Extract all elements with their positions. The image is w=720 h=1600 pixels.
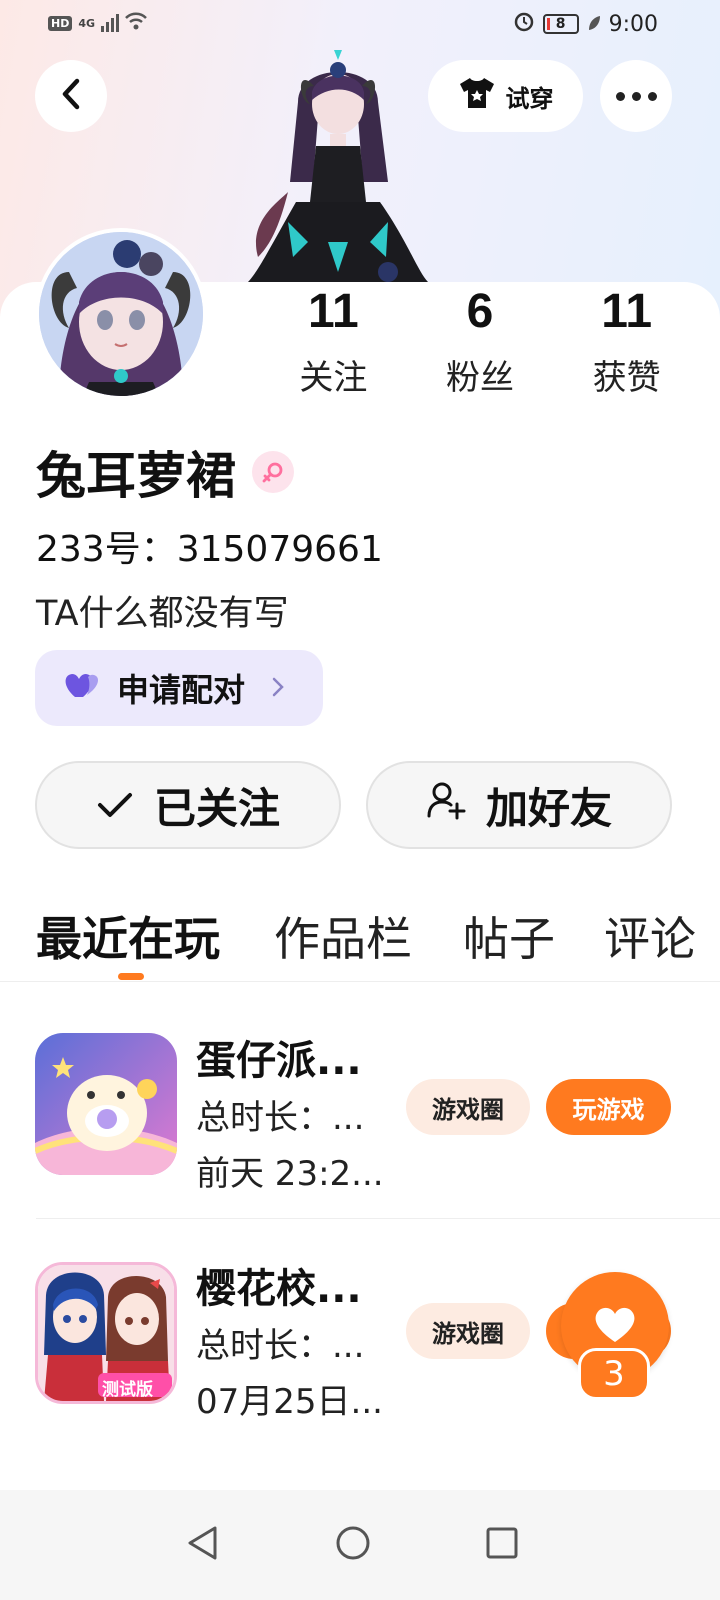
- stat-label: 关注: [299, 358, 368, 398]
- hearts-icon: [63, 669, 103, 707]
- clock-time: 9:00: [608, 11, 658, 37]
- profile-tabs: 最近在玩 作品栏 帖子 评论: [36, 903, 720, 983]
- nav-home-button[interactable]: [318, 1510, 388, 1580]
- square-recents-icon: [485, 1526, 519, 1564]
- tab-comments[interactable]: 评论: [604, 903, 696, 969]
- stat-likes[interactable]: 11 获赞: [553, 288, 700, 399]
- status-bar: HD 4G 8 9:00: [0, 0, 720, 48]
- chevron-right-icon: [271, 672, 285, 705]
- more-button[interactable]: [600, 60, 672, 132]
- add-friend-button[interactable]: 加好友: [366, 761, 672, 849]
- tab-recently-played[interactable]: 最近在玩: [36, 903, 220, 969]
- tab-posts[interactable]: 帖子: [463, 903, 555, 969]
- system-navigation-bar: [0, 1490, 720, 1600]
- tshirt-icon: [458, 76, 496, 116]
- circle-home-icon: [335, 1525, 371, 1565]
- game-last-played: 前天 23:2...: [196, 1154, 384, 1194]
- avatar-character-image: [238, 42, 444, 287]
- wifi-icon: [125, 12, 147, 34]
- game-name: 樱花校...: [196, 1266, 362, 1312]
- list-item[interactable]: 蛋仔派... 总时长：... 前天 23:2... 游戏圈 玩游戏: [0, 1010, 720, 1240]
- add-person-icon: [426, 780, 466, 830]
- avatar[interactable]: [35, 228, 207, 400]
- network-type: 4G: [78, 16, 96, 30]
- heart-icon: [593, 1304, 637, 1348]
- test-version-badge: 测试版: [102, 1380, 153, 1400]
- tab-works[interactable]: 作品栏: [274, 903, 412, 969]
- active-tab-indicator: [118, 973, 144, 980]
- pair-request-button[interactable]: 申请配对: [35, 650, 323, 726]
- stat-followers[interactable]: 6 粉丝: [407, 288, 554, 399]
- game-duration: 总时长：...: [196, 1098, 365, 1138]
- divider: [0, 981, 720, 982]
- user-id: 233号：315079661: [36, 529, 383, 570]
- back-button[interactable]: [35, 60, 107, 132]
- divider: [36, 1218, 720, 1219]
- female-icon: [252, 451, 294, 493]
- profile-stats: 11 关注 6 粉丝 11 获赞: [260, 288, 700, 399]
- game-icon[interactable]: [35, 1033, 177, 1175]
- triangle-back-icon: [185, 1525, 219, 1565]
- stat-label: 粉丝: [446, 358, 514, 398]
- try-on-label: 试穿: [505, 84, 554, 113]
- leaf-icon: [587, 12, 601, 37]
- alarm-icon: [513, 10, 535, 38]
- play-game-button[interactable]: 玩游戏: [546, 1079, 671, 1135]
- stat-value: 6: [466, 285, 494, 338]
- game-duration: 总时长：...: [196, 1326, 365, 1366]
- hd-badge: HD: [48, 15, 73, 31]
- check-icon: [96, 781, 134, 830]
- nav-back-button[interactable]: [167, 1510, 237, 1580]
- game-name: 蛋仔派...: [196, 1038, 362, 1084]
- try-on-button[interactable]: 试穿: [428, 60, 583, 132]
- username: 兔耳萝裙: [36, 436, 294, 508]
- battery-indicator: 8: [542, 14, 579, 34]
- stat-value: 11: [307, 285, 359, 338]
- stat-value: 11: [601, 285, 653, 338]
- game-last-played: 07月25日...: [196, 1382, 383, 1422]
- signal-icon: [101, 14, 120, 32]
- nav-recents-button[interactable]: [467, 1510, 537, 1580]
- username-text: 兔耳萝裙: [36, 447, 236, 505]
- more-icon: [615, 91, 657, 101]
- like-count: 3: [578, 1348, 650, 1400]
- user-bio: TA什么都没有写: [36, 594, 289, 634]
- game-icon[interactable]: 测试版: [35, 1262, 177, 1404]
- pair-request-label: 申请配对: [117, 671, 246, 709]
- followed-label: 已关注: [153, 783, 280, 833]
- game-circle-button[interactable]: 游戏圈: [406, 1303, 530, 1359]
- stat-label: 获赞: [592, 358, 661, 398]
- game-circle-button[interactable]: 游戏圈: [406, 1079, 530, 1135]
- stat-following[interactable]: 11 关注: [260, 288, 407, 399]
- add-friend-label: 加好友: [485, 783, 612, 833]
- followed-button[interactable]: 已关注: [35, 761, 341, 849]
- back-icon: [58, 77, 84, 115]
